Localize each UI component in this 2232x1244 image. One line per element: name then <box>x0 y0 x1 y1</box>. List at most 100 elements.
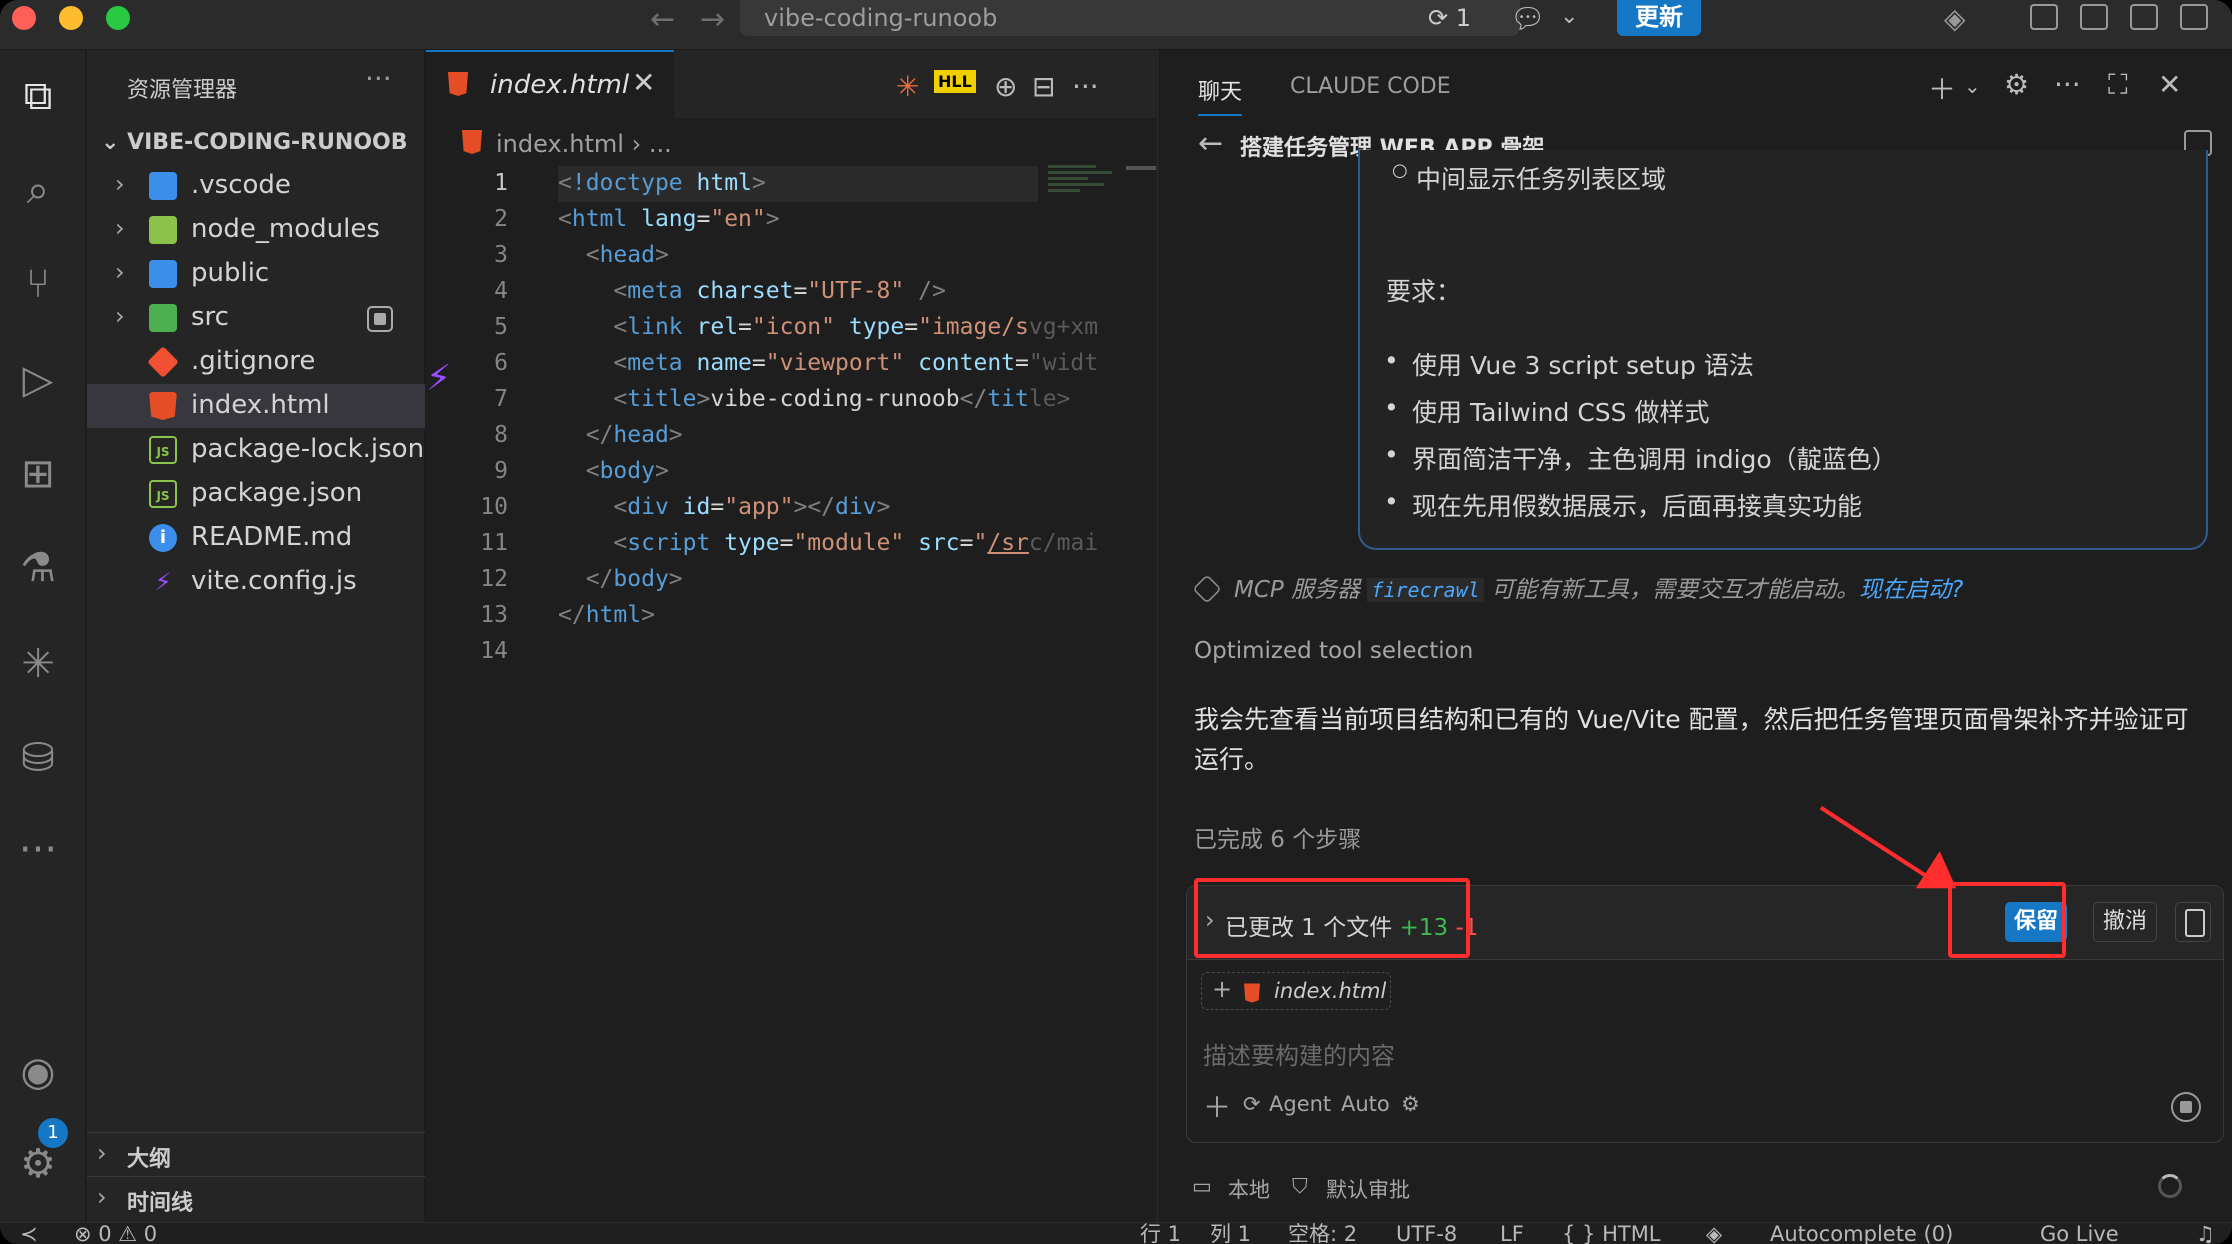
tree-item[interactable]: .gitignore <box>87 340 425 384</box>
python-icon[interactable]: ⛁ <box>14 734 62 782</box>
timeline-section[interactable]: › 时间线 <box>87 1176 425 1220</box>
tab-index-html[interactable]: index.html ✕ <box>426 50 674 118</box>
line-number: 13 <box>480 602 508 628</box>
end-of-line[interactable]: LF <box>1500 1223 1524 1244</box>
nodejs-icon: JS <box>149 436 177 464</box>
close-icon[interactable]: ✕ <box>2158 68 2181 101</box>
cursor-column[interactable]: 列 1 <box>1210 1223 1251 1244</box>
customize-layout-icon[interactable] <box>2080 4 2108 30</box>
maximize-icon[interactable]: ⛶ <box>2108 68 2128 102</box>
close-tab-icon[interactable]: ✕ <box>632 66 655 99</box>
globe-icon[interactable]: ⊕ <box>994 70 1017 103</box>
mcp-start-link[interactable]: 现在启动? <box>1859 577 1963 603</box>
local-mode[interactable]: 本地 <box>1228 1174 1270 1204</box>
explorer-more-button[interactable]: ··· <box>365 62 392 95</box>
preview-qr-icon[interactable]: HLL <box>934 70 976 93</box>
agent-mode-select[interactable]: Agent <box>1269 1092 1331 1116</box>
model-select[interactable]: Auto <box>1341 1092 1390 1116</box>
cursor-line[interactable]: 行 1 <box>1140 1223 1181 1244</box>
autocomplete-status[interactable]: Autocomplete (0) <box>1770 1223 1953 1244</box>
split-editor-icon[interactable]: ⊟ <box>1032 70 1055 103</box>
remote-icon[interactable]: ≺ <box>20 1223 38 1244</box>
search-icon[interactable]: ⌕ <box>14 166 62 214</box>
default-approval[interactable]: 默认审批 <box>1326 1174 1410 1204</box>
chat-icon[interactable]: 💬︎ <box>1510 2 1546 35</box>
forward-arrow-icon[interactable]: → <box>700 2 725 37</box>
tree-item-label: .gitignore <box>191 346 316 376</box>
chevron-right-icon: › <box>97 1183 107 1211</box>
testing-icon[interactable]: ⚗ <box>14 544 62 592</box>
chevron-down-icon[interactable]: ⌄ <box>1964 74 1981 98</box>
code-line: <html lang="en"> <box>558 206 780 232</box>
run-debug-icon[interactable]: ▷ <box>14 356 62 404</box>
close-window-button[interactable] <box>12 6 36 30</box>
tree-item[interactable]: i README.md <box>87 516 425 560</box>
zoom-window-button[interactable] <box>106 6 130 30</box>
breadcrumb-file[interactable]: index.html <box>496 130 624 158</box>
context-file-chip[interactable]: + index.html <box>1201 972 1391 1010</box>
claude-run-icon[interactable]: ✳ <box>896 70 919 103</box>
new-chat-icon[interactable]: ＋ <box>1928 68 1956 108</box>
tree-item[interactable]: index.html <box>87 384 425 428</box>
tree-item[interactable]: ⚡ vite.config.js <box>87 560 425 604</box>
stop-icon[interactable] <box>2171 1092 2201 1122</box>
undo-button[interactable]: 撤消 <box>2093 902 2157 942</box>
tree-item[interactable]: › src <box>87 296 425 340</box>
steps-completed[interactable]: 已完成 6 个步骤 <box>1194 820 1361 854</box>
more-icon[interactable]: ··· <box>14 826 62 874</box>
agent-mode-icon: ⟳ <box>1243 1092 1261 1116</box>
tools-config-icon[interactable]: ⚙ <box>1401 1092 1420 1116</box>
update-button[interactable]: 更新 <box>1617 0 1701 36</box>
tree-item[interactable]: JS package-lock.json <box>87 428 425 472</box>
tab-claude-code[interactable]: CLAUDE CODE <box>1290 74 1451 99</box>
scrollbar[interactable] <box>1126 166 1156 170</box>
settings-badge: 1 <box>38 1118 68 1148</box>
language-mode[interactable]: { } HTML <box>1562 1223 1661 1244</box>
prompt-input[interactable]: 描述要构建的内容 <box>1203 1036 1395 1071</box>
html5-icon <box>448 72 468 96</box>
copilot-status-icon[interactable]: ◈ <box>1706 1223 1722 1244</box>
notifications-bell-icon[interactable]: ♫ <box>2196 1223 2215 1244</box>
go-live-button[interactable]: Go Live <box>2040 1223 2119 1244</box>
tree-item[interactable]: › .vscode <box>87 164 425 208</box>
chevron-down-icon[interactable]: ⌄ <box>1560 4 1578 29</box>
tree-item[interactable]: › public <box>87 252 425 296</box>
tab-chat[interactable]: 聊天 <box>1198 74 1243 116</box>
toggle-primary-sidebar-icon[interactable] <box>2030 4 2058 30</box>
line-number: 2 <box>494 206 508 232</box>
extensions-icon[interactable]: ⊞ <box>14 450 62 498</box>
command-center[interactable]: vibe-coding-runoob <box>740 0 1520 36</box>
line-number: 6 <box>494 350 508 376</box>
tree-item[interactable]: › node_modules <box>87 208 425 252</box>
code-line: <body> <box>585 458 669 484</box>
breadcrumb-symbol[interactable]: ... <box>649 130 672 158</box>
claude-icon[interactable]: ✳ <box>14 640 62 688</box>
account-icon[interactable]: ◉ <box>14 1048 62 1096</box>
copilot-icon[interactable]: ◈ <box>1944 2 1966 35</box>
more-actions-icon[interactable]: ··· <box>1072 70 1099 103</box>
code-line: <head> <box>585 242 669 268</box>
add-context-icon[interactable]: ＋ <box>1203 1086 1231 1126</box>
tree-item[interactable]: JS package.json <box>87 472 425 516</box>
toggle-secondary-sidebar-icon[interactable] <box>2180 4 2208 30</box>
back-arrow-icon[interactable]: ← <box>650 2 675 37</box>
workspace-root[interactable]: ⌄ VIBE-CODING-RUNOOB <box>101 130 408 155</box>
chevron-right-icon: › <box>97 1139 107 1167</box>
explorer-icon[interactable]: ⧉ <box>14 72 62 120</box>
more-icon[interactable]: ··· <box>2054 68 2081 101</box>
activity-bar: ⧉ ⌕ ⑂ ▷ ⊞ ⚗ ✳ ⛁ ··· ◉ ⚙ 1 <box>0 50 86 1222</box>
indentation[interactable]: 空格: 2 <box>1288 1223 1357 1244</box>
code-line: <meta charset="UTF-8" /> <box>613 278 946 304</box>
outline-section[interactable]: › 大纲 <box>87 1132 425 1176</box>
sync-status[interactable]: ⟳ 1 <box>1428 4 1471 32</box>
source-control-icon[interactable]: ⑂ <box>14 260 62 308</box>
minimap[interactable] <box>1048 162 1128 222</box>
tree-item-label: package.json <box>191 478 363 508</box>
problems-count[interactable]: ⊗ 0 ⚠ 0 <box>74 1223 157 1244</box>
view-diff-icon[interactable] <box>2175 902 2211 942</box>
back-arrow-icon[interactable]: ← <box>1198 126 1223 161</box>
encoding[interactable]: UTF-8 <box>1396 1223 1457 1244</box>
minimize-window-button[interactable] <box>59 6 83 30</box>
gear-icon[interactable]: ⚙ <box>2004 68 2029 101</box>
toggle-panel-icon[interactable] <box>2130 4 2158 30</box>
